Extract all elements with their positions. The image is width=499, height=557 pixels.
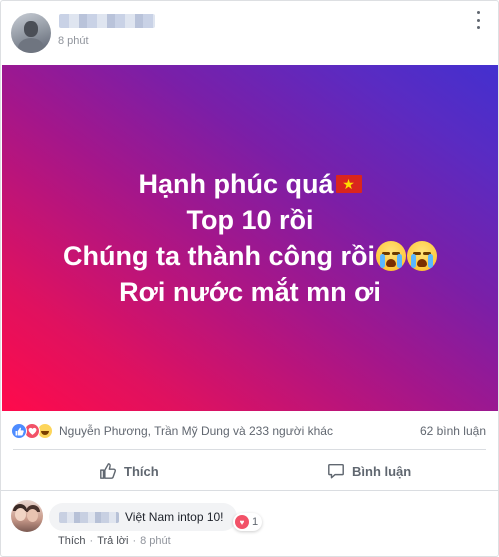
comment-reaction-count[interactable]: ♥ 1 <box>233 513 263 531</box>
avatar-head <box>24 21 38 37</box>
separator-dot: · <box>132 535 137 547</box>
crying-emoji-icon <box>406 241 437 271</box>
comment-button[interactable]: Bình luận <box>327 461 411 481</box>
comment-count[interactable]: 62 bình luận <box>420 424 486 438</box>
more-options-icon[interactable] <box>470 11 486 29</box>
reaction-summary[interactable]: Nguyễn Phương, Trần Mỹ Dung và 233 người… <box>11 422 333 440</box>
comment-text: Việt Nam intop 10! <box>125 510 224 524</box>
post-card: 8 phút Hạnh phúc quá Top 10 rồi Chúng ta… <box>0 0 499 557</box>
banner-line-1: Hạnh phúc quá <box>139 166 362 202</box>
comment-button-label: Bình luận <box>352 463 412 479</box>
thumbs-up-icon <box>100 463 117 479</box>
separator-dot: · <box>89 535 94 547</box>
comment-actions: Thích · Trả lời · 8 phút <box>58 535 171 547</box>
crying-emoji-icon <box>375 241 406 271</box>
divider <box>1 490 498 491</box>
comment-time[interactable]: 8 phút <box>140 535 171 547</box>
divider <box>13 449 486 450</box>
reaction-names[interactable]: Nguyễn Phương, Trần Mỹ Dung và 233 người… <box>59 424 333 438</box>
post-banner[interactable]: Hạnh phúc quá Top 10 rồi Chúng ta thành … <box>2 65 498 411</box>
like-icon <box>11 423 27 439</box>
banner-text-1: Hạnh phúc quá <box>138 169 334 199</box>
commenter-name-blurred[interactable] <box>59 511 119 523</box>
banner-line-4: Rơi nước mắt mn ơi <box>119 274 381 310</box>
like-button[interactable]: Thích <box>99 461 159 481</box>
love-icon: ♥ <box>235 515 249 529</box>
banner-text-4: Rơi nước mắt mn ơi <box>119 277 381 307</box>
like-button-label: Thích <box>124 463 159 479</box>
vietnam-flag-icon <box>335 174 362 194</box>
comment-icon <box>328 463 344 479</box>
comment-bubble: Việt Nam intop 10! <box>49 503 237 531</box>
banner-line-2: Top 10 rồi <box>186 202 313 238</box>
banner-text-3: Chúng ta thành công rồi <box>63 241 375 271</box>
poster-name-blurred[interactable] <box>59 14 155 28</box>
banner-line-3: Chúng ta thành công rồi <box>63 238 437 274</box>
avatar-body <box>18 38 44 53</box>
commenter-avatar[interactable] <box>11 500 43 532</box>
comment-like-link[interactable]: Thích <box>58 535 86 547</box>
banner-text-2: Top 10 rồi <box>186 205 314 235</box>
comment-reply-link[interactable]: Trả lời <box>97 535 128 547</box>
poster-avatar[interactable] <box>11 13 51 53</box>
post-time[interactable]: 8 phút <box>58 35 89 47</box>
comment-reaction-number: 1 <box>252 516 259 528</box>
